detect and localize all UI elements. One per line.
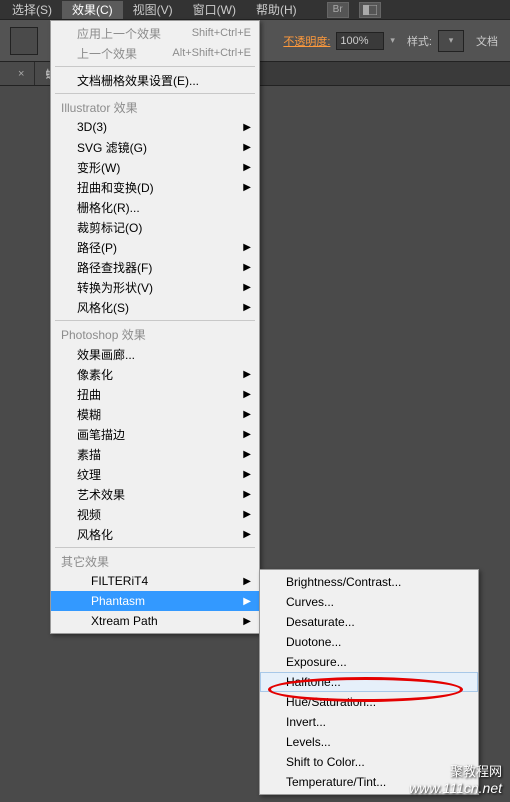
submenu-arrow-icon: ▶ [243, 596, 251, 607]
menu-section-illustrator: Illustrator 效果 [51, 97, 259, 117]
menubar: 选择(S) 效果(C) 视图(V) 窗口(W) 帮助(H) Br [0, 0, 510, 20]
submenu-arrow-icon: ▶ [243, 389, 251, 400]
menu-section-other: 其它效果 [51, 551, 259, 571]
menu-item-warp[interactable]: 变形(W)▶ [51, 157, 259, 177]
menu-effect[interactable]: 效果(C) [62, 1, 123, 19]
menu-window[interactable]: 窗口(W) [183, 1, 246, 19]
menu-select[interactable]: 选择(S) [2, 1, 62, 19]
menu-item-3d[interactable]: 3D(3)▶ [51, 117, 259, 137]
close-icon[interactable]: × [18, 68, 24, 80]
document-tab[interactable]: × [0, 62, 35, 85]
submenu-arrow-icon: ▶ [243, 369, 251, 380]
menu-item-distort[interactable]: 扭曲和变换(D)▶ [51, 177, 259, 197]
submenu-arrow-icon: ▶ [243, 469, 251, 480]
menu-item-doc-raster[interactable]: 文档栅格效果设置(E)... [51, 70, 259, 90]
menu-item-apply-last: 应用上一个效果 Shift+Ctrl+E [51, 23, 259, 43]
menu-section-photoshop: Photoshop 效果 [51, 324, 259, 344]
effect-menu: 应用上一个效果 Shift+Ctrl+E 上一个效果 Alt+Shift+Ctr… [50, 20, 260, 634]
menu-item-blur[interactable]: 模糊▶ [51, 404, 259, 424]
menu-item-phantasm[interactable]: Phantasm▶ [51, 591, 259, 611]
menu-item-xtream-path[interactable]: Xtream Path▶ [51, 611, 259, 631]
submenu-item-halftone[interactable]: Halftone... [260, 672, 478, 692]
submenu-item-curves[interactable]: Curves... [260, 592, 478, 612]
menu-item-video[interactable]: 视频▶ [51, 504, 259, 524]
menu-help[interactable]: 帮助(H) [246, 1, 307, 19]
submenu-item-desaturate[interactable]: Desaturate... [260, 612, 478, 632]
menu-item-path[interactable]: 路径(P)▶ [51, 237, 259, 257]
submenu-arrow-icon: ▶ [243, 302, 251, 313]
opacity-label[interactable]: 不透明度: [283, 33, 330, 49]
submenu-arrow-icon: ▶ [243, 242, 251, 253]
document-label[interactable]: 文档 [476, 33, 498, 49]
menu-separator [55, 66, 255, 67]
submenu-item-brightness[interactable]: Brightness/Contrast... [260, 572, 478, 592]
menu-item-gallery[interactable]: 效果画廊... [51, 344, 259, 364]
submenu-arrow-icon: ▶ [243, 409, 251, 420]
menu-item-artistic[interactable]: 艺术效果▶ [51, 484, 259, 504]
menu-item-brush[interactable]: 画笔描边▶ [51, 424, 259, 444]
submenu-item-hue-saturation[interactable]: Hue/Saturation... [260, 692, 478, 712]
menu-item-distort-ps[interactable]: 扭曲▶ [51, 384, 259, 404]
submenu-arrow-icon: ▶ [243, 529, 251, 540]
menu-item-stylize-ps[interactable]: 风格化▶ [51, 524, 259, 544]
submenu-item-exposure[interactable]: Exposure... [260, 652, 478, 672]
fill-swatch[interactable] [10, 27, 38, 55]
menu-item-sketch[interactable]: 素描▶ [51, 444, 259, 464]
opacity-input[interactable] [336, 32, 384, 50]
submenu-arrow-icon: ▶ [243, 576, 251, 587]
submenu-arrow-icon: ▶ [243, 182, 251, 193]
chevron-down-icon[interactable]: ▾ [390, 35, 395, 46]
menu-item-pathfinder[interactable]: 路径查找器(F)▶ [51, 257, 259, 277]
submenu-arrow-icon: ▶ [243, 282, 251, 293]
submenu-arrow-icon: ▶ [243, 262, 251, 273]
submenu-item-levels[interactable]: Levels... [260, 732, 478, 752]
menu-item-filterit4[interactable]: FILTERiT4▶ [51, 571, 259, 591]
submenu-item-invert[interactable]: Invert... [260, 712, 478, 732]
menu-separator [55, 93, 255, 94]
menu-separator [55, 547, 255, 548]
submenu-arrow-icon: ▶ [243, 122, 251, 133]
submenu-arrow-icon: ▶ [243, 489, 251, 500]
layout-button[interactable] [359, 2, 381, 18]
submenu-arrow-icon: ▶ [243, 429, 251, 440]
menu-item-last-effect: 上一个效果 Alt+Shift+Ctrl+E [51, 43, 259, 63]
submenu-arrow-icon: ▶ [243, 142, 251, 153]
menu-item-svg[interactable]: SVG 滤镜(G)▶ [51, 137, 259, 157]
bridge-button[interactable]: Br [327, 2, 349, 18]
menu-separator [55, 320, 255, 321]
menu-view[interactable]: 视图(V) [123, 1, 183, 19]
menu-item-convert-shape[interactable]: 转换为形状(V)▶ [51, 277, 259, 297]
submenu-arrow-icon: ▶ [243, 162, 251, 173]
style-button[interactable]: ▾ [438, 30, 464, 52]
submenu-arrow-icon: ▶ [243, 509, 251, 520]
menu-item-texture[interactable]: 纹理▶ [51, 464, 259, 484]
style-label: 样式: [407, 33, 432, 49]
menu-item-cropmarks[interactable]: 裁剪标记(O) [51, 217, 259, 237]
chevron-down-icon: ▾ [449, 35, 454, 46]
submenu-arrow-icon: ▶ [243, 616, 251, 627]
menu-item-stylize-ai[interactable]: 风格化(S)▶ [51, 297, 259, 317]
watermark: 聚教程网 www.111cn.net [409, 761, 502, 796]
submenu-item-duotone[interactable]: Duotone... [260, 632, 478, 652]
menu-item-pixelate[interactable]: 像素化▶ [51, 364, 259, 384]
menu-item-rasterize[interactable]: 栅格化(R)... [51, 197, 259, 217]
submenu-arrow-icon: ▶ [243, 449, 251, 460]
